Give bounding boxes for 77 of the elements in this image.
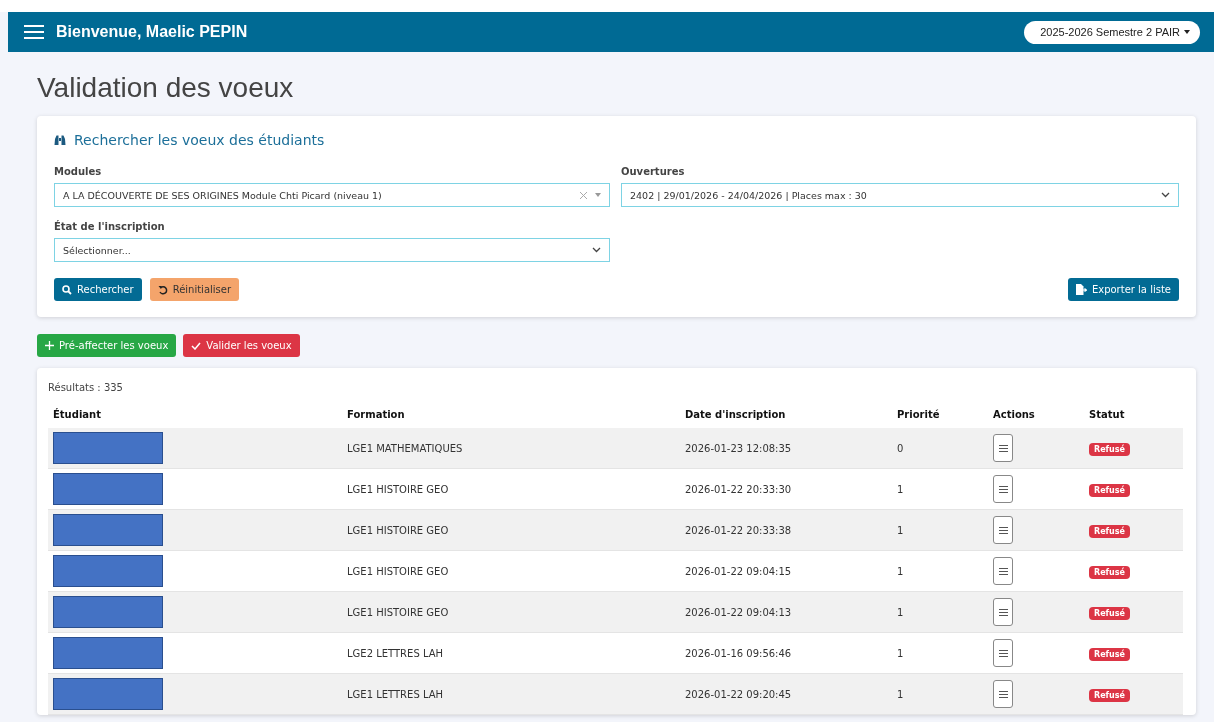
table-cell: 2026-01-22 20:33:38 <box>680 509 892 551</box>
row-menu-button[interactable] <box>993 434 1013 462</box>
column-header: Actions <box>988 409 1084 428</box>
chevron-icon <box>1161 192 1170 198</box>
column-header: Date d'inscription <box>680 409 892 428</box>
table-cell: LGE1 HISTOIRE GEO <box>342 591 680 633</box>
table-cell: 1 <box>892 591 988 633</box>
status-badge: Refusé <box>1089 483 1130 497</box>
table-cell: LGE1 HISTOIRE GEO <box>342 509 680 551</box>
semester-dropdown[interactable]: 2025-2026 Semestre 2 PAIR <box>1024 20 1200 44</box>
caret-icon <box>1184 30 1190 34</box>
column-header: Formation <box>342 409 680 428</box>
status-badge: Refusé <box>1089 442 1130 456</box>
status-badge: Refusé <box>1089 524 1130 538</box>
table-cell: 2026-01-22 09:04:15 <box>680 550 892 592</box>
row-menu-button[interactable] <box>993 475 1013 503</box>
field-value: Sélectionner... <box>63 244 132 256</box>
table-cell: 1 <box>892 673 988 715</box>
results-count: Résultats : 335 <box>48 382 124 393</box>
table-cell: 2026-01-23 12:08:35 <box>680 428 892 469</box>
field-label: État de l'inscription <box>54 221 166 232</box>
menu-icon <box>998 567 1008 575</box>
menu-icon <box>998 526 1008 534</box>
menu-icon <box>998 649 1008 657</box>
undo-icon <box>157 284 168 295</box>
row-menu-button[interactable] <box>993 598 1013 626</box>
table-cell: LGE1 MATHEMATIQUES <box>342 428 680 469</box>
search-title: Rechercher les voeux des étudiants <box>74 132 325 148</box>
export-button[interactable]: Exporter la liste <box>1067 278 1179 301</box>
menu-icon[interactable] <box>24 24 44 40</box>
row-menu-button[interactable] <box>993 516 1013 544</box>
status-badge: Refusé <box>1089 688 1130 702</box>
chevron-icon <box>592 247 601 253</box>
column-header: Statut <box>1084 409 1183 428</box>
status-badge: Refusé <box>1089 647 1130 661</box>
table-cell: LGE1 HISTOIRE GEO <box>342 550 680 592</box>
select-field[interactable]: A LA DÉCOUVERTE DE SES ORIGINES Module Chti Picard (niveau 1) <box>54 183 610 207</box>
field-label: Modules <box>54 166 103 177</box>
table-cell: LGE2 LETTRES LAH <box>342 632 680 674</box>
menu-icon <box>998 690 1008 698</box>
status-badge: Refusé <box>1089 606 1130 620</box>
field-value: 2402 | 29/01/2026 - 24/04/2026 | Places max : 30 <box>630 189 868 201</box>
validate-button[interactable]: Valider les voeux <box>183 334 300 357</box>
binoculars-icon <box>54 134 66 146</box>
menu-icon <box>998 485 1008 493</box>
column-header: Étudiant <box>48 409 342 428</box>
caret-icon <box>595 193 601 197</box>
select-field[interactable]: Sélectionner... <box>54 238 610 262</box>
plus-icon <box>45 341 54 350</box>
row-menu-button[interactable] <box>993 639 1013 667</box>
column-header: Priorité <box>892 409 988 428</box>
select-field[interactable]: 2402 | 29/01/2026 - 24/04/2026 | Places max : 30 <box>621 183 1179 207</box>
field-value: A LA DÉCOUVERTE DE SES ORIGINES Module Chti Picard (niveau 1) <box>63 189 383 201</box>
table-cell: 0 <box>892 428 988 469</box>
menu-icon <box>998 444 1008 452</box>
reset-button[interactable]: Réinitialiser <box>149 278 240 301</box>
status-badge: Refusé <box>1089 565 1130 579</box>
search-icon <box>62 284 72 295</box>
table-cell: 1 <box>892 550 988 592</box>
table-cell: 2026-01-16 09:56:46 <box>680 632 892 674</box>
file-export-icon <box>1075 284 1087 295</box>
row-menu-button[interactable] <box>993 680 1013 708</box>
table-cell: 2026-01-22 09:20:45 <box>680 673 892 715</box>
table-cell: LGE1 HISTOIRE GEO <box>342 468 680 510</box>
page-title: Validation des voeux <box>37 72 295 105</box>
table-cell: 2026-01-22 09:04:13 <box>680 591 892 633</box>
check-icon <box>191 341 202 350</box>
row-menu-button[interactable] <box>993 557 1013 585</box>
welcome-title: Bienvenue, Maelic PEPIN <box>56 23 249 41</box>
table-cell: 1 <box>892 468 988 510</box>
menu-icon <box>998 608 1008 616</box>
table-cell: 1 <box>892 632 988 674</box>
field-label: Ouvertures <box>621 166 686 177</box>
table-cell: LGE1 LETTRES LAH <box>342 673 680 715</box>
table-cell: 2026-01-22 20:33:30 <box>680 468 892 510</box>
search-button[interactable]: Rechercher <box>54 278 142 301</box>
table-cell: 1 <box>892 509 988 551</box>
